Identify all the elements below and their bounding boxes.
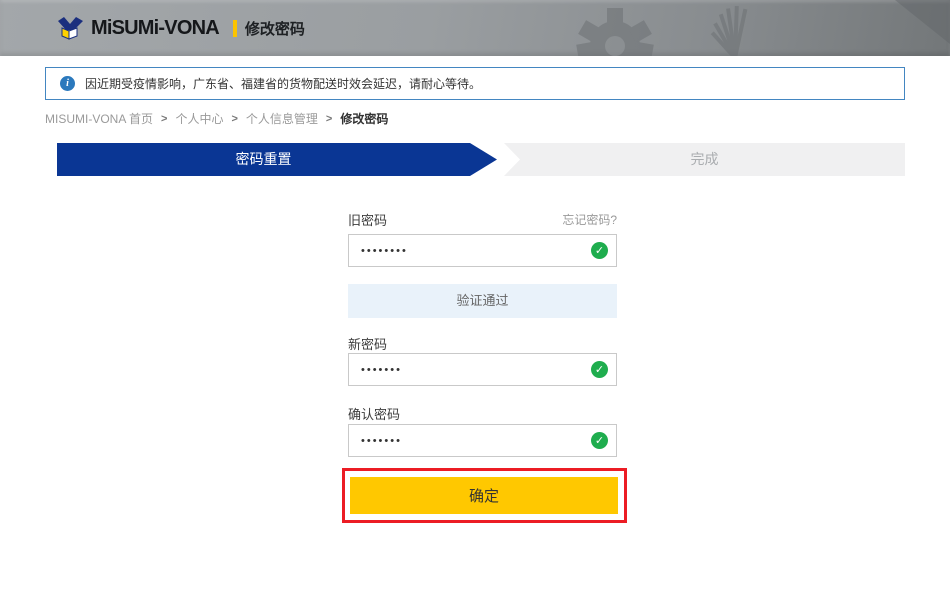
shipping-notice-banner: i 因近期受疫情影响，广东省、福建省的货物配送时效会延迟，请耐心等待。 [45, 67, 905, 100]
step-complete: 完成 [504, 143, 905, 176]
old-password-input[interactable] [348, 234, 617, 267]
old-password-field-wrap: ✓ [348, 234, 617, 267]
breadcrumb-separator: > [231, 113, 237, 125]
notice-text: 因近期受疫情影响，广东省、福建省的货物配送时效会延迟，请耐心等待。 [85, 75, 481, 92]
password-change-page: MiSUMi-VONA 修改密码 i 因近期受疫情影响，广东省、福建省的货物配送… [0, 0, 950, 591]
title-accent-bar [233, 20, 237, 37]
confirm-password-field-wrap: ✓ [348, 424, 617, 457]
misumi-logo-icon [57, 16, 84, 40]
valid-check-icon: ✓ [591, 361, 608, 378]
breadcrumb-current: 修改密码 [340, 110, 388, 127]
confirm-password-label: 确认密码 [348, 404, 400, 423]
breadcrumb-account-info[interactable]: 个人信息管理 [246, 110, 318, 127]
page-title: 修改密码 [245, 18, 305, 39]
breadcrumb-home[interactable]: MISUMI-VONA 首页 [45, 110, 153, 127]
breadcrumb-separator: > [326, 113, 332, 125]
confirm-button[interactable]: 确定 [350, 477, 618, 514]
confirm-password-input[interactable] [348, 424, 617, 457]
forgot-password-link[interactable]: 忘记密码? [348, 211, 617, 228]
top-banner: MiSUMi-VONA 修改密码 [0, 0, 950, 56]
verify-passed-status: 验证通过 [348, 284, 617, 318]
valid-check-icon: ✓ [591, 242, 608, 259]
gear-artwork [520, 0, 950, 56]
logo-wordmark[interactable]: MiSUMi-VONA [91, 17, 219, 40]
new-password-input[interactable] [348, 353, 617, 386]
info-icon: i [60, 76, 75, 91]
new-password-field-wrap: ✓ [348, 353, 617, 386]
breadcrumb-separator: > [161, 113, 167, 125]
header-logo-row: MiSUMi-VONA 修改密码 [57, 0, 305, 56]
breadcrumb: MISUMI-VONA 首页 > 个人中心 > 个人信息管理 > 修改密码 [45, 110, 388, 127]
step-password-reset: 密码重置 [57, 143, 497, 176]
progress-steps: 密码重置 完成 [0, 143, 950, 176]
breadcrumb-my-page[interactable]: 个人中心 [175, 110, 223, 127]
valid-check-icon: ✓ [591, 432, 608, 449]
new-password-label: 新密码 [348, 334, 387, 353]
